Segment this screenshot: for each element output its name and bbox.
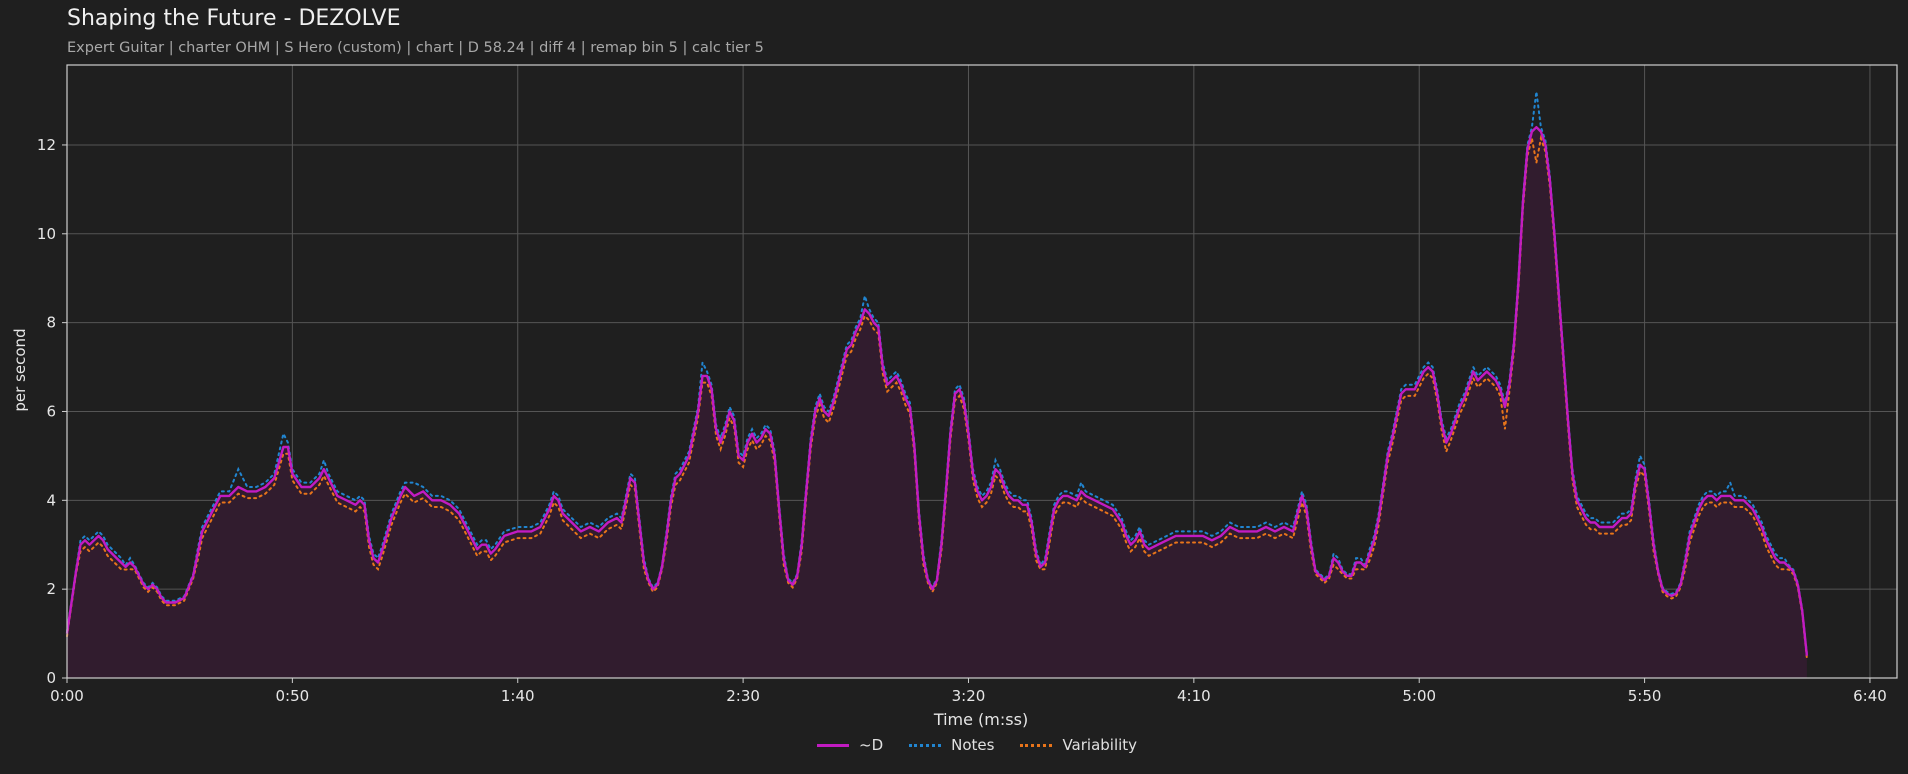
legend-swatch-d [817, 743, 849, 747]
x-tick-label: 4:10 [1177, 687, 1211, 705]
x-tick-label: 0:50 [276, 687, 310, 705]
x-axis-label: Time (m:ss) [933, 710, 1028, 729]
y-axis-label: per second [11, 328, 29, 411]
legend-swatch-variability [1020, 743, 1053, 747]
y-tick-label: 8 [46, 314, 56, 332]
x-tick-label: 1:40 [501, 687, 535, 705]
y-tick-label: 0 [46, 669, 56, 687]
y-tick-label: 10 [37, 225, 56, 243]
legend-swatch-notes [909, 743, 942, 747]
legend-label-notes: Notes [951, 736, 995, 754]
y-tick-label: 6 [46, 402, 56, 420]
x-tick-label: 6:40 [1853, 687, 1887, 705]
area-fill [67, 127, 1807, 678]
legend-label-d: ~D [859, 736, 884, 754]
y-tick-label: 4 [46, 491, 56, 509]
y-tick-label: 2 [46, 580, 56, 598]
x-tick-label: 2:30 [726, 687, 760, 705]
legend: ~D Notes Variability [817, 736, 1163, 754]
legend-item-notes: Notes [909, 736, 994, 754]
y-tick-label: 12 [37, 136, 56, 154]
legend-item-variability: Variability [1020, 736, 1137, 754]
area-fill-d [67, 127, 1807, 678]
chart-area: 0:00 0:50 1:40 2:30 3:20 4:10 5:00 5:50 6:40 0 2 4 6… [11, 64, 1898, 729]
legend-item-d: ~D [817, 736, 883, 754]
x-tick-label: 5:50 [1628, 687, 1662, 705]
x-tick-label: 5:00 [1402, 687, 1436, 705]
x-tick-label: 0:00 [50, 687, 84, 705]
x-tick-label: 3:20 [952, 687, 986, 705]
legend-label-variability: Variability [1062, 736, 1138, 754]
